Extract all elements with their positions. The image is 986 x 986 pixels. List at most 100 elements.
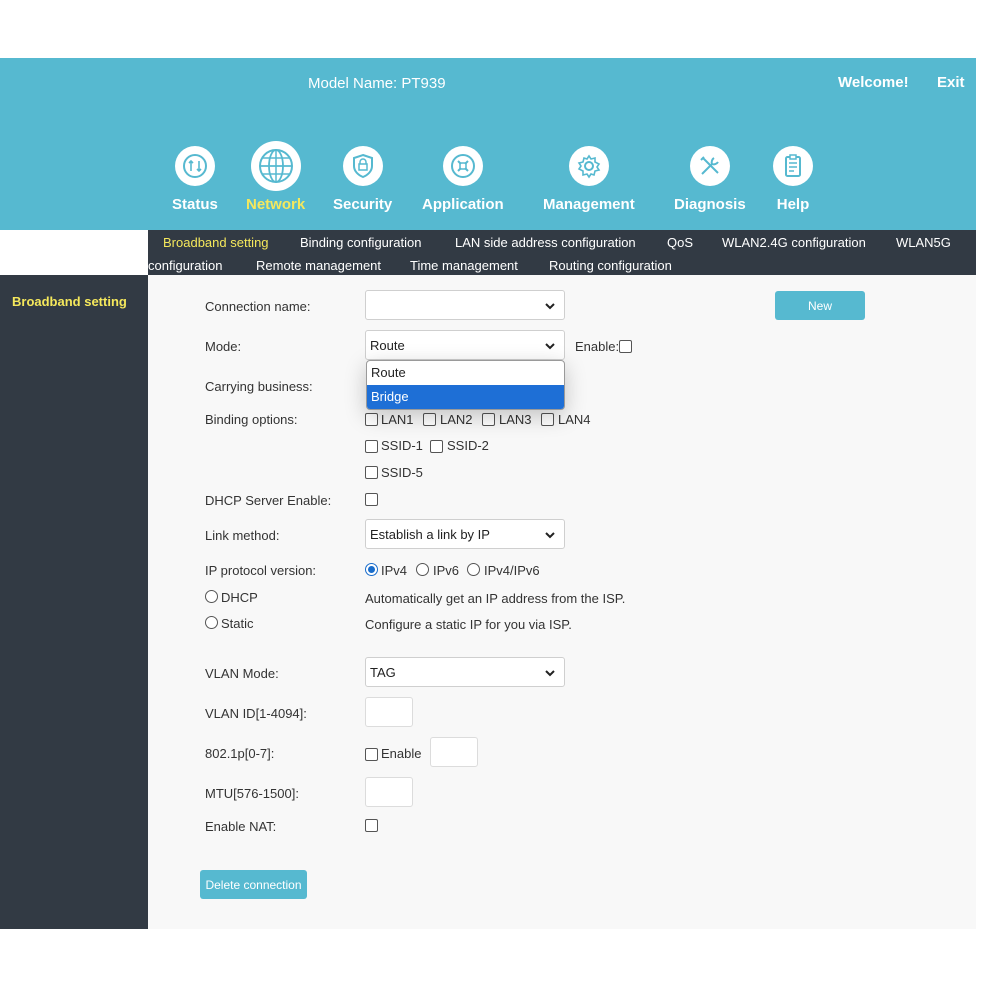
tab-wlan5g-cont[interactable]: configuration bbox=[148, 258, 222, 273]
tab-wlan24g[interactable]: WLAN2.4G configuration bbox=[722, 235, 866, 250]
ipv4-label: IPv4 bbox=[381, 563, 408, 578]
ssid5-checkbox[interactable] bbox=[365, 466, 378, 479]
new-button[interactable]: New bbox=[775, 291, 865, 320]
connection-name-label: Connection name: bbox=[205, 299, 311, 314]
ipv4-ipv6-radio[interactable] bbox=[467, 563, 480, 576]
enable-checkbox[interactable] bbox=[619, 340, 632, 353]
tab-lan-side-address[interactable]: LAN side address configuration bbox=[455, 235, 636, 250]
nav-network[interactable]: Network bbox=[246, 141, 306, 213]
exit-link[interactable]: Exit bbox=[937, 74, 965, 91]
nav-help[interactable]: Help bbox=[773, 146, 813, 213]
tab-remote-management[interactable]: Remote management bbox=[256, 258, 381, 273]
ip-protocol-label: IP protocol version: bbox=[205, 563, 317, 578]
vlan-id-input[interactable] bbox=[365, 697, 413, 727]
tab-qos[interactable]: QoS bbox=[667, 235, 693, 250]
lan4-label: LAN4 bbox=[558, 412, 591, 427]
gear-icon bbox=[568, 146, 609, 186]
lan4-checkbox[interactable] bbox=[541, 413, 554, 426]
nav-label: Network bbox=[246, 196, 306, 213]
tab-routing-configuration[interactable]: Routing configuration bbox=[549, 258, 672, 273]
application-icon bbox=[442, 146, 483, 186]
carrying-business-label: Carrying business: bbox=[205, 379, 313, 394]
sub-navigation: Broadband setting Binding configuration … bbox=[148, 230, 976, 275]
nav-status[interactable]: Status bbox=[172, 146, 218, 213]
shield-icon bbox=[342, 146, 383, 186]
lan3-label: LAN3 bbox=[499, 412, 532, 427]
dhcp-server-label: DHCP Server Enable: bbox=[205, 493, 332, 508]
mode-option-bridge[interactable]: Bridge bbox=[367, 385, 564, 409]
delete-connection-button[interactable]: Delete connection bbox=[200, 870, 307, 899]
globe-icon bbox=[250, 141, 301, 191]
nav-label: Diagnosis bbox=[674, 196, 746, 213]
nav-label: Management bbox=[543, 196, 635, 213]
connection-name-select[interactable] bbox=[365, 290, 565, 320]
lan1-label: LAN1 bbox=[381, 412, 414, 427]
sidebar: Broadband setting bbox=[0, 275, 148, 929]
mode-dropdown-list: Route Bridge bbox=[366, 360, 565, 410]
ssid2-label: SSID-2 bbox=[447, 438, 489, 453]
static-description: Configure a static IP for you via ISP. bbox=[365, 617, 572, 632]
ssid2-checkbox[interactable] bbox=[430, 440, 443, 453]
chevron-down-icon bbox=[545, 532, 555, 539]
static-label: Static bbox=[221, 616, 254, 631]
nav-management[interactable]: Management bbox=[543, 146, 635, 213]
mode-select[interactable]: Route bbox=[365, 330, 565, 360]
dhcp-radio[interactable] bbox=[205, 590, 218, 603]
enable-nat-label: Enable NAT: bbox=[205, 819, 277, 834]
link-method-value: Establish a link by IP bbox=[370, 526, 490, 542]
mode-value: Route bbox=[370, 337, 405, 353]
dhcp-server-checkbox[interactable] bbox=[365, 493, 378, 506]
nav-application[interactable]: Application bbox=[422, 146, 504, 213]
sidebar-item-broadband-setting[interactable]: Broadband setting bbox=[12, 294, 127, 309]
link-method-label: Link method: bbox=[205, 528, 280, 543]
ssid5-label: SSID-5 bbox=[381, 465, 423, 480]
ipv4-radio[interactable] bbox=[365, 563, 378, 576]
tab-time-management[interactable]: Time management bbox=[410, 258, 518, 273]
nav-label: Security bbox=[333, 196, 393, 213]
mtu-label: MTU[576-1500]: bbox=[205, 786, 299, 801]
chevron-down-icon bbox=[545, 343, 555, 350]
router-admin-page: Model Name: PT939 Welcome! Exit Status N… bbox=[0, 0, 986, 986]
header-bar: Model Name: PT939 Welcome! Exit Status N… bbox=[0, 58, 976, 230]
8021p-enable-label: Enable bbox=[381, 746, 422, 761]
nav-security[interactable]: Security bbox=[333, 146, 392, 213]
ssid1-checkbox[interactable] bbox=[365, 440, 378, 453]
ipv6-radio[interactable] bbox=[416, 563, 429, 576]
lan2-checkbox[interactable] bbox=[423, 413, 436, 426]
nav-label: Status bbox=[172, 196, 218, 213]
chevron-down-icon bbox=[545, 303, 555, 310]
nav-diagnosis[interactable]: Diagnosis bbox=[674, 146, 746, 213]
lan2-label: LAN2 bbox=[440, 412, 473, 427]
8021p-enable-checkbox[interactable] bbox=[365, 748, 378, 761]
vlan-mode-value: TAG bbox=[370, 664, 396, 680]
clipboard-icon bbox=[773, 146, 813, 186]
dhcp-description: Automatically get an IP address from the… bbox=[365, 591, 626, 606]
tab-binding-configuration[interactable]: Binding configuration bbox=[300, 235, 421, 250]
enable-nat-checkbox[interactable] bbox=[365, 819, 378, 832]
static-radio[interactable] bbox=[205, 616, 218, 629]
chevron-down-icon bbox=[545, 670, 555, 677]
tab-broadband-setting[interactable]: Broadband setting bbox=[163, 235, 269, 250]
lan3-checkbox[interactable] bbox=[482, 413, 495, 426]
enable-label: Enable: bbox=[575, 339, 620, 354]
vlan-mode-label: VLAN Mode: bbox=[205, 666, 279, 681]
ssid1-label: SSID-1 bbox=[381, 438, 423, 453]
nav-label: Application bbox=[422, 196, 504, 213]
welcome-text: Welcome! bbox=[838, 74, 909, 91]
mtu-input[interactable] bbox=[365, 777, 413, 807]
tools-icon bbox=[689, 146, 730, 186]
mode-option-route[interactable]: Route bbox=[367, 361, 564, 385]
tab-wlan5g[interactable]: WLAN5G bbox=[896, 235, 951, 250]
8021p-label: 802.1p[0-7]: bbox=[205, 746, 275, 761]
ipv6-label: IPv6 bbox=[433, 563, 460, 578]
model-name: Model Name: PT939 bbox=[308, 75, 446, 92]
vlan-id-label: VLAN ID[1-4094]: bbox=[205, 706, 307, 721]
8021p-input[interactable] bbox=[430, 737, 478, 767]
binding-options-label: Binding options: bbox=[205, 412, 298, 427]
status-icon bbox=[174, 146, 215, 186]
vlan-mode-select[interactable]: TAG bbox=[365, 657, 565, 687]
link-method-select[interactable]: Establish a link by IP bbox=[365, 519, 565, 549]
lan1-checkbox[interactable] bbox=[365, 413, 378, 426]
nav-label: Help bbox=[776, 196, 810, 213]
mode-label: Mode: bbox=[205, 339, 242, 354]
